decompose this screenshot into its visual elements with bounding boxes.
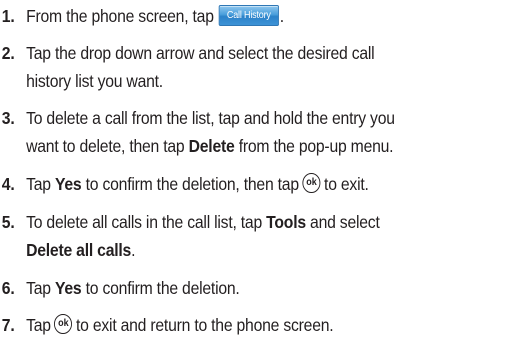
step-text-line-2: history list you want. — [26, 71, 163, 91]
yes-label: Yes — [54, 174, 82, 194]
step-text-line-1: To delete a call from the list, tap and … — [26, 108, 395, 128]
step-number: 2. — [1, 43, 15, 63]
step-text: Tap Yes to confirm the deletion, then ta… — [26, 173, 369, 194]
step-number: 5. — [1, 212, 15, 232]
step-text-line-1: To delete all calls in the call list, ta… — [26, 212, 380, 232]
call-history-button[interactable]: Call History — [218, 4, 279, 26]
step-text: From the phone screen, tap Call History. — [26, 4, 284, 26]
ok-key-icon: ok — [302, 173, 321, 194]
step-text-line-2: want to delete, then tap Delete from the… — [26, 136, 394, 156]
step-number: 4. — [1, 174, 15, 194]
step-number: 6. — [1, 278, 15, 298]
delete-all-calls-label: Delete all calls — [26, 240, 132, 260]
ok-key-icon: ok — [54, 314, 73, 335]
tools-label: Tools — [266, 212, 306, 232]
step-number: 1. — [1, 6, 15, 26]
step-number: 7. — [1, 315, 15, 335]
yes-label: Yes — [54, 278, 82, 298]
step-text-line-2: Delete all calls. — [26, 240, 136, 260]
step-text: Tap Yes to confirm the deletion. — [26, 278, 240, 298]
step-text-line-1: Tap the drop down arrow and select the d… — [26, 43, 375, 63]
step-number: 3. — [1, 108, 15, 128]
step-text: Tap ok to exit and return to the phone scr… — [26, 314, 334, 335]
delete-label: Delete — [188, 136, 235, 156]
